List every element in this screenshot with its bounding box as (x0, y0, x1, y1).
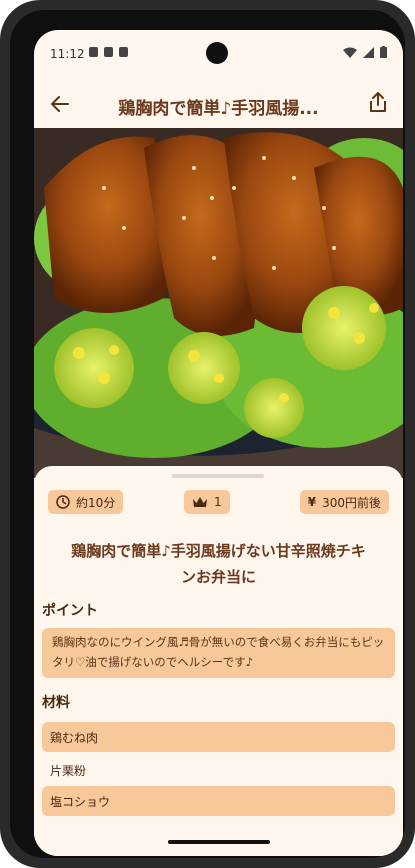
difficulty-chip: 1 (184, 490, 230, 514)
signal-icon (363, 46, 374, 58)
notification-icons (89, 47, 128, 57)
cost-chip: ¥ 300円前後 (299, 490, 389, 514)
gesture-nav-bar (34, 830, 403, 856)
ingredient-item: 片栗粉 (50, 763, 87, 778)
clock-icon (56, 495, 70, 509)
sim-icon (104, 47, 113, 57)
app-screen: 11:12 鶏胸肉で簡単♪手羽風揚... 約10分 1 ¥ 300円前後 鶏胸肉… (34, 30, 403, 856)
ingredients-heading: 材料 (42, 695, 70, 711)
status-time: 11:12 (50, 47, 85, 61)
point-description: 鶏胸肉なのにウイング風♬骨が無いので食べ易くお弁当にもピッタリ♡油で揚げないので… (42, 628, 395, 678)
yen-icon: ¥ (307, 495, 317, 509)
ingredient-item: 鶏むね肉 (42, 722, 395, 752)
cost-value: 300円前後 (322, 495, 381, 510)
recipe-photo (34, 128, 403, 478)
point-heading: ポイント (42, 603, 98, 619)
crown-icon (193, 497, 207, 507)
battery-icon (380, 46, 387, 58)
device-bezel: 11:12 鶏胸肉で簡単♪手羽風揚... 約10分 1 ¥ 300円前後 鶏胸肉… (10, 10, 405, 858)
ingredient-item: 塩コショウ (42, 786, 395, 816)
recipe-detail-sheet[interactable]: 約10分 1 ¥ 300円前後 鶏胸肉で簡単♪手羽風揚げない甘辛照焼チキンお弁当… (34, 466, 403, 856)
recipe-title: 鶏胸肉で簡単♪手羽風揚げない甘辛照焼チキンお弁当に (71, 542, 366, 586)
app-bar: 鶏胸肉で簡単♪手羽風揚... (34, 82, 403, 130)
status-bar: 11:12 (34, 30, 403, 74)
back-arrow-icon[interactable] (48, 92, 72, 116)
drag-handle[interactable] (172, 474, 264, 478)
shield-icon (89, 47, 98, 57)
front-camera (206, 42, 228, 64)
recipe-meta-chips: 約10分 1 ¥ 300円前後 (48, 490, 389, 514)
time-value: 約10分 (76, 495, 116, 510)
home-indicator[interactable] (168, 840, 270, 844)
wifi-icon (343, 47, 357, 58)
page-title: 鶏胸肉で簡単♪手羽風揚... (118, 99, 319, 119)
difficulty-value: 1 (214, 495, 222, 509)
time-chip: 約10分 (48, 490, 124, 514)
app-notification-icon (119, 47, 128, 57)
share-icon[interactable] (366, 90, 390, 114)
device-frame: 11:12 鶏胸肉で簡単♪手羽風揚... 約10分 1 ¥ 300円前後 鶏胸肉… (0, 0, 415, 868)
system-icons (343, 46, 387, 58)
